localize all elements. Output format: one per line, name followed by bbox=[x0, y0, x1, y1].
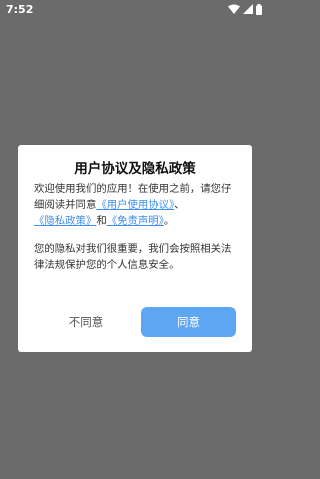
dialog-body: 欢迎使用我们的应用！在使用之前，请您仔细阅读并同意《用户使用协议》、《隐私政策》… bbox=[34, 181, 238, 273]
privacy-policy-link[interactable]: 《隐私政策》 bbox=[34, 215, 96, 227]
signal-icon bbox=[243, 4, 253, 14]
separator-1: 、 bbox=[174, 199, 185, 211]
disagree-button[interactable]: 不同意 bbox=[32, 307, 140, 337]
wifi-icon bbox=[228, 4, 240, 14]
status-icons bbox=[228, 3, 262, 15]
battery-icon bbox=[256, 3, 262, 15]
disclaimer-link[interactable]: 《免责声明》 bbox=[107, 215, 164, 227]
status-bar: 7:52 bbox=[0, 0, 270, 18]
privacy-dialog: 用户协议及隐私政策 欢迎使用我们的应用！在使用之前，请您仔细阅读并同意《用户使用… bbox=[18, 145, 252, 352]
dialog-paragraph-agreements: 欢迎使用我们的应用！在使用之前，请您仔细阅读并同意《用户使用协议》、《隐私政策》… bbox=[34, 181, 238, 229]
status-time: 7:52 bbox=[6, 2, 34, 16]
dialog-paragraph-privacy: 您的隐私对我们很重要，我们会按照相关法律法规保护您的个人信息安全。 bbox=[34, 243, 232, 271]
agree-button[interactable]: 同意 bbox=[141, 307, 236, 337]
dialog-title: 用户协议及隐私政策 bbox=[74, 161, 196, 177]
paragraph-text-after: 。 bbox=[163, 215, 175, 227]
separator-2: 和 bbox=[96, 215, 107, 227]
user-agreement-link[interactable]: 《用户使用协议》 bbox=[96, 199, 174, 211]
